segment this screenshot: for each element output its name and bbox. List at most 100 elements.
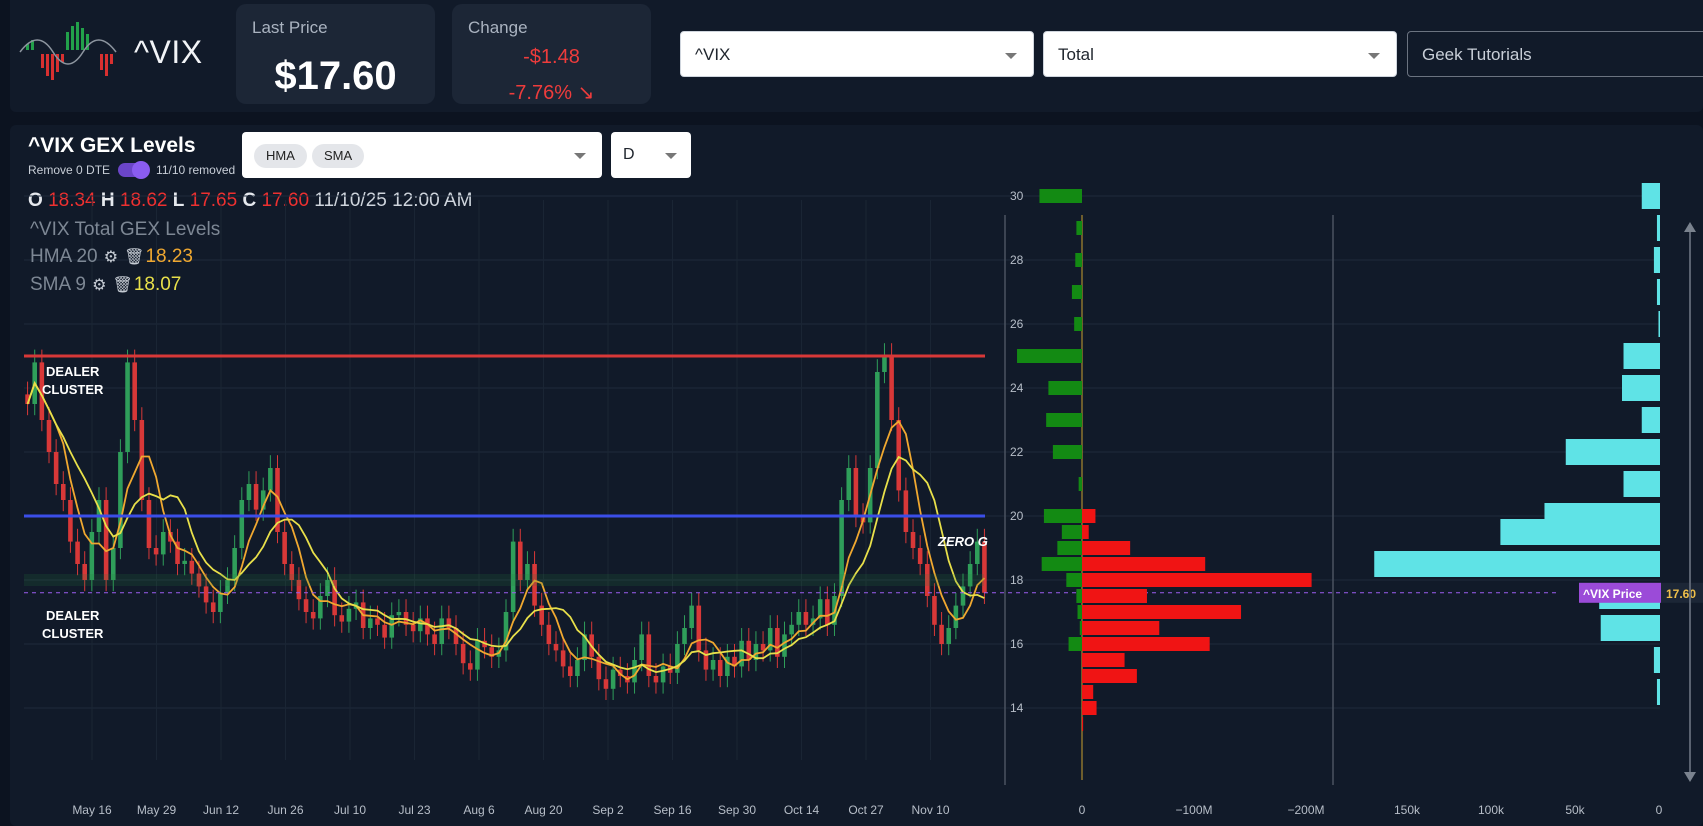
gex-call-bar: [1066, 573, 1082, 587]
gex-put-bar: [1082, 717, 1084, 731]
x-axis-tick: Nov 10: [911, 803, 949, 817]
candle-body: [610, 669, 616, 689]
y-axis-tick: 18: [1010, 573, 1024, 587]
candle-body: [210, 602, 216, 612]
gex-call-bar: [1052, 445, 1082, 459]
x-axis-tick: Oct 27: [848, 803, 884, 817]
candle-body: [439, 618, 445, 644]
candle-body: [189, 560, 195, 574]
gex-put-bar: [1082, 621, 1160, 635]
candle-body: [846, 468, 852, 500]
candle-body: [567, 666, 573, 676]
gex-call-bar: [1057, 541, 1082, 555]
gex-put-bar: [1082, 589, 1147, 603]
gex-call-bar: [1043, 509, 1082, 523]
candle-body: [889, 356, 894, 420]
gex-call-bar: [1068, 637, 1082, 651]
oi-bar: [1658, 311, 1660, 337]
x-axis-tick: Jul 23: [398, 803, 430, 817]
gex-call-bar: [1076, 221, 1082, 235]
candle-body: [218, 592, 223, 612]
candle-body: [460, 644, 466, 664]
y-axis-tick: 24: [1010, 381, 1024, 395]
legend-sma-row: SMA 9 ⚙ 🗑 18.07: [30, 271, 220, 299]
candle-body: [368, 618, 373, 628]
price-tag-label: ^VIX Price: [1583, 587, 1642, 601]
candle-body: [103, 500, 109, 580]
candle-body: [560, 650, 566, 667]
oi-bar: [1656, 279, 1660, 305]
candle-body: [717, 660, 723, 676]
dealer-cluster-band: [24, 574, 984, 586]
candle-body: [60, 484, 66, 500]
oi-x-tick: 0: [1656, 803, 1663, 817]
candle-body: [896, 420, 902, 491]
candle-body: [468, 663, 473, 670]
dealer-cluster-top-label: DEALER: [46, 364, 100, 379]
x-axis-tick: Jun 26: [267, 803, 303, 817]
y-axis-tick: 26: [1010, 317, 1024, 331]
candle-body: [575, 660, 580, 676]
candle-body: [739, 640, 744, 667]
oi-bar: [1656, 215, 1660, 241]
gear-icon[interactable]: ⚙: [91, 272, 107, 299]
oi-x-tick: 50k: [1565, 803, 1585, 817]
gex-put-bar: [1082, 509, 1096, 523]
gex-put-bar: [1082, 573, 1312, 587]
gex-call-bar: [1041, 557, 1082, 571]
y-axis-tick: 30: [1010, 189, 1024, 203]
candle-body: [710, 660, 716, 670]
dealer-cluster-top-label: CLUSTER: [42, 382, 104, 397]
candle-body: [660, 666, 666, 683]
oi-bar: [1565, 439, 1660, 465]
oi-bar: [1653, 647, 1660, 673]
x-axis-tick: May 29: [137, 803, 177, 817]
gex-call-bar: [1078, 477, 1082, 491]
candle-body: [632, 660, 637, 683]
gex-put-bar: [1082, 605, 1242, 619]
candle-body: [910, 532, 916, 548]
price-tag-value: 17.60: [1666, 587, 1696, 601]
candle-body: [603, 679, 609, 689]
x-axis-tick: May 16: [72, 803, 112, 817]
y-axis-tick: 14: [1010, 701, 1024, 715]
candle-body: [803, 612, 809, 625]
candle-body: [946, 628, 952, 644]
trash-icon[interactable]: 🗑: [113, 272, 133, 299]
gex-call-bar: [1077, 605, 1082, 619]
y-axis-tick: 20: [1010, 509, 1024, 523]
gex-put-bar: [1082, 685, 1094, 699]
gex-call-bar: [1079, 621, 1082, 635]
y-axis-tick: 22: [1010, 445, 1024, 459]
gear-icon[interactable]: ⚙: [103, 244, 119, 271]
candle-body: [432, 634, 437, 644]
candle-body: [639, 634, 644, 660]
candle-body: [746, 640, 752, 660]
candle-body: [339, 615, 345, 622]
scroll-down-icon: [1684, 772, 1696, 782]
candle-body: [46, 420, 52, 452]
candle-body: [853, 468, 859, 516]
y-axis-tick: 28: [1010, 253, 1024, 267]
candle-body: [689, 605, 694, 628]
candle-body: [382, 624, 387, 638]
x-axis-tick: Jul 10: [334, 803, 366, 817]
gex-call-bar: [1046, 413, 1082, 427]
candle-body: [153, 548, 159, 555]
candle-body: [182, 560, 187, 564]
trash-icon[interactable]: 🗑: [124, 244, 144, 271]
gex-call-bar: [1075, 253, 1082, 267]
hma-label: HMA: [30, 246, 72, 267]
oi-bar: [1623, 343, 1660, 369]
gex-x-tick: 0: [1079, 803, 1086, 817]
candle-body: [546, 624, 552, 644]
oi-bar: [1374, 551, 1660, 577]
candle-body: [375, 618, 380, 625]
oi-bar: [1641, 183, 1660, 209]
candle-body: [53, 452, 59, 484]
oi-bar: [1500, 519, 1660, 545]
hma-value: 18.23: [145, 246, 193, 267]
gex-chart[interactable]: DEALER CLUSTER DEALER CLUSTER ZERO G 30 28 26 24…: [0, 0, 1703, 826]
gex-call-bar: [1071, 285, 1082, 299]
gex-call-bar: [1017, 349, 1082, 363]
